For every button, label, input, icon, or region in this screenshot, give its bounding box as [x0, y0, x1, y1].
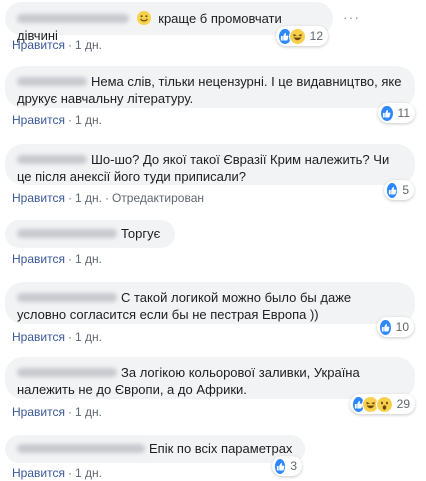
reaction-summary[interactable]: 29 [350, 394, 415, 414]
like-link[interactable]: Нравится [12, 466, 65, 480]
comment-time[interactable]: 1 дн. [75, 191, 102, 205]
like-link[interactable]: Нравится [12, 405, 65, 419]
author-name[interactable] [17, 444, 145, 454]
comment-bubble: Епік по всіх параметрах [5, 435, 305, 463]
comment-actions: Нравится · 1 дн. · Отредактирован [12, 191, 204, 205]
author-name[interactable] [17, 229, 117, 239]
comment-actions: Нравится · 1 дн. [12, 466, 102, 480]
comment-actions: Нравится · 1 дн. [12, 113, 102, 127]
like-reaction-icon [380, 104, 394, 122]
like-reaction-icon [379, 318, 392, 336]
reaction-count: 5 [402, 183, 409, 197]
comment-time[interactable]: 1 дн. [75, 113, 102, 127]
more-options-icon[interactable]: ··· [343, 9, 360, 25]
reaction-count: 3 [290, 459, 297, 473]
comment-time[interactable]: 1 дн. [75, 330, 102, 344]
like-link[interactable]: Нравится [12, 191, 65, 205]
like-link[interactable]: Нравится [12, 252, 65, 266]
author-name[interactable] [17, 14, 129, 24]
haha-reaction-icon [288, 27, 306, 45]
author-name[interactable] [17, 155, 87, 165]
like-link[interactable]: Нравится [12, 113, 65, 127]
reaction-summary[interactable]: 12 [276, 26, 328, 46]
comment-bubble: Шо-шо? До якої такої Євразії Крим належи… [5, 144, 415, 185]
comment-actions: Нравится · 1 дн. [12, 38, 102, 52]
comment-actions: Нравится · 1 дн. [12, 405, 102, 419]
reaction-count: 12 [309, 29, 323, 43]
author-name[interactable] [17, 77, 87, 87]
wow-reaction-icon [375, 395, 393, 413]
reaction-count: 10 [395, 320, 409, 334]
edited-label: Отредактирован [111, 191, 204, 205]
reaction-count: 29 [396, 397, 410, 411]
like-link[interactable]: Нравится [12, 38, 65, 52]
comment-text: Епік по всіх параметрах [149, 441, 293, 456]
comment-text: Торгує [121, 226, 161, 241]
comment-time[interactable]: 1 дн. [75, 38, 102, 52]
comment-bubble: Торгує [5, 220, 175, 248]
comment-bubble: Нема слів, тільки нецензурні. І це видав… [5, 66, 415, 108]
comment-bubble: С такой логикой можно было бы даже услов… [5, 282, 415, 324]
reaction-summary[interactable]: 3 [272, 456, 302, 476]
author-name[interactable] [17, 368, 117, 378]
smiling-emoji-icon [136, 11, 151, 25]
like-link[interactable]: Нравится [12, 330, 65, 344]
comment-time[interactable]: 1 дн. [75, 466, 102, 480]
comment-time[interactable]: 1 дн. [75, 252, 102, 266]
like-reaction-icon [386, 181, 399, 199]
like-reaction-icon [274, 457, 287, 475]
comment-actions: Нравится · 1 дн. [12, 330, 102, 344]
comment-actions: Нравится · 1 дн. [12, 252, 102, 266]
author-name[interactable] [17, 293, 117, 303]
reaction-count: 11 [397, 106, 410, 120]
comment-time[interactable]: 1 дн. [75, 405, 102, 419]
reaction-summary[interactable]: 5 [384, 180, 414, 200]
comment-bubble: За логікою кольорової заливки, Україна н… [5, 357, 415, 399]
reaction-summary[interactable]: 11 [378, 103, 415, 123]
reaction-summary[interactable]: 10 [377, 317, 414, 337]
